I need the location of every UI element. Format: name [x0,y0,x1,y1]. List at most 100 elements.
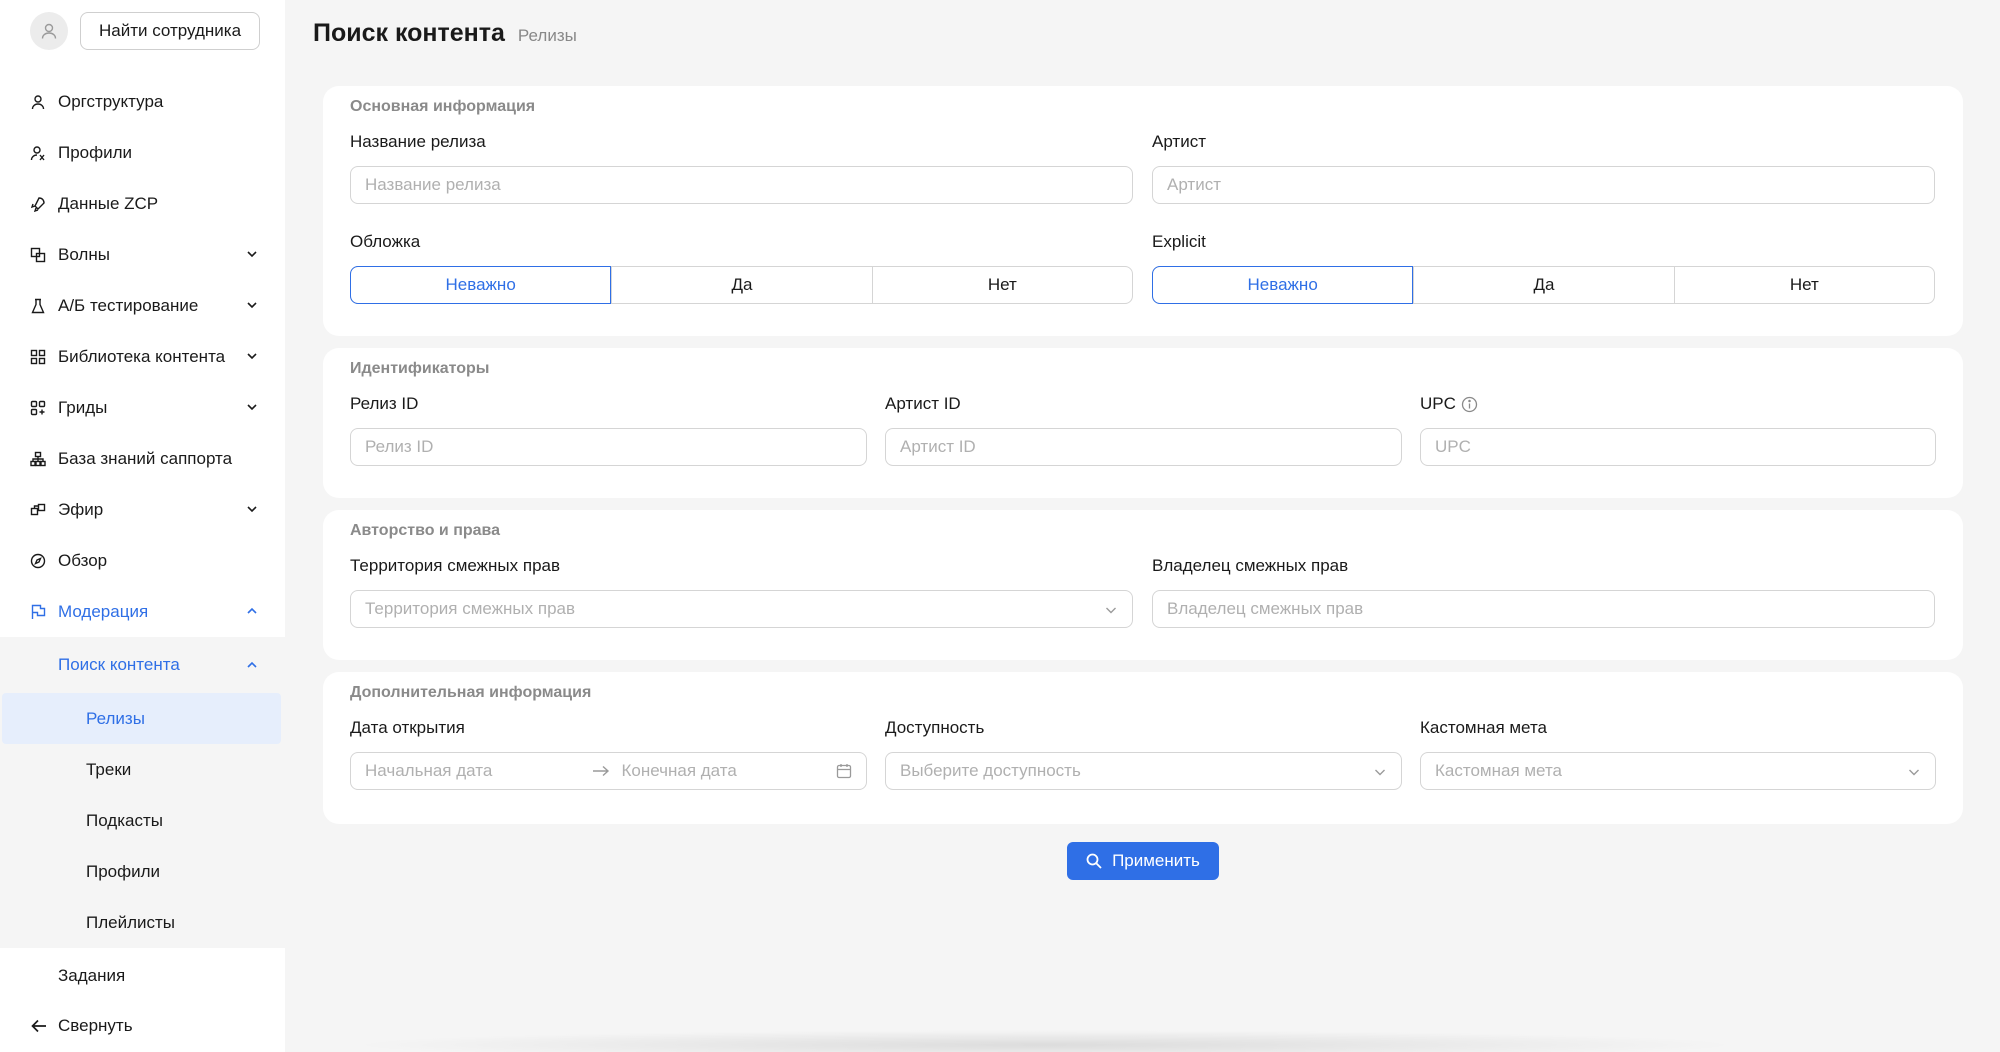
artist-field: Артист Артист [1152,131,1935,204]
open-date-field: Дата открытия Начальная дата Конечная да… [350,717,867,790]
sidebar-item-moderation[interactable]: Модерация [0,586,285,637]
arrow-left-icon [31,1019,46,1033]
find-employee-button[interactable]: Найти сотрудника [80,12,261,50]
layers-icon [30,247,46,263]
sidebar-item-label: Данные ZCP [58,193,159,213]
sidebar-item-tasks[interactable]: Задания [0,948,285,1004]
collapse-sidebar-button[interactable]: Свернуть [30,1016,133,1036]
sidebar-item-profiles[interactable]: Профили [0,127,285,178]
custom-meta-select[interactable]: Кастомная мета [1420,752,1936,790]
chevron-down-icon [1375,769,1385,776]
artist-input[interactable]: Артист [1152,166,1935,204]
sidebar-item-label: А/Б тестирование [58,295,199,315]
sidebar-item-mod-profiles[interactable]: Профили [0,846,285,897]
rocket-icon [30,196,46,212]
chevron-down-icon[interactable] [245,298,259,312]
grid-alt-icon [30,400,46,416]
sidebar-item-label: Поиск контента [58,655,180,674]
sidebar-item-overview[interactable]: Обзор [0,535,285,586]
date-range-picker[interactable]: Начальная дата Конечная дата [350,752,867,790]
explicit-label: Explicit [1152,232,1206,251]
sidebar-item-grids[interactable]: Гриды [0,382,285,433]
availability-select[interactable]: Выберите доступность [885,752,1402,790]
explicit-field: Explicit Неважно Да Нет [1152,231,1935,304]
sidebar-item-orgstructure[interactable]: Оргструктура [0,76,285,127]
profiles-icon [30,145,46,161]
open-date-label: Дата открытия [350,718,465,737]
sidebar: Найти сотрудника Оргструктура Профили Да… [0,0,285,1052]
release-name-field: Название релиза Название релиза [350,131,1133,204]
collapse-label: Свернуть [58,1016,133,1035]
apply-button[interactable]: Применить [1067,842,1219,880]
flag-icon [30,604,46,620]
chevron-down-icon[interactable] [245,247,259,261]
info-icon[interactable] [1461,396,1478,413]
sidebar-item-label: Профили [58,142,133,162]
moderation-submenu: Поиск контента Релизы Треки Подкасты Про… [0,637,285,948]
user-icon [30,94,46,110]
chevron-down-icon[interactable] [245,400,259,414]
artist-label: Артист [1152,132,1206,151]
upc-input[interactable]: UPC [1420,428,1936,466]
territory-field: Территория смежных прав Территория смежн… [350,555,1133,628]
territory-select[interactable]: Территория смежных прав [350,590,1133,628]
custom-meta-label: Кастомная мета [1420,718,1547,737]
start-date-input[interactable]: Начальная дата [365,761,580,781]
sidebar-item-label: Эфир [58,499,104,519]
release-id-field: Релиз ID Релиз ID [350,393,867,466]
chevron-down-icon[interactable] [245,349,259,363]
sidebar-item-podcasts[interactable]: Подкасты [0,795,285,846]
release-id-label: Релиз ID [350,394,419,413]
sidebar-item-broadcast[interactable]: Эфир [0,484,285,535]
sidebar-item-waves[interactable]: Волны [0,229,285,280]
org-icon [30,451,46,467]
cover-option-no[interactable]: Нет [871,267,1132,303]
compass-icon [30,553,46,569]
card-rights: Авторство и права Территория смежных пра… [323,510,1963,660]
page-header: Поиск контента Релизы [313,19,577,48]
calendar-icon [836,764,852,779]
section-title: Идентификаторы [350,360,490,377]
sidebar-item-label: Оргструктура [58,91,164,111]
arrow-right-icon [592,765,609,777]
sidebar-item-label: Обзор [58,550,108,570]
section-title: Основная информация [350,98,536,115]
sidebar-item-zcp[interactable]: Данные ZCP [0,178,285,229]
section-title: Авторство и права [350,522,501,539]
sidebar-nav: Оргструктура Профили Данные ZCP Волны А/… [0,76,285,1004]
artist-id-input[interactable]: Артист ID [885,428,1402,466]
chevron-up-icon[interactable] [245,658,259,672]
sidebar-item-support-kb[interactable]: База знаний саппорта [0,433,285,484]
sidebar-item-tracks[interactable]: Треки [0,744,285,795]
explicit-option-any[interactable]: Неважно [1152,266,1414,304]
search-icon [1086,853,1102,869]
cover-field: Обложка Неважно Да Нет [350,231,1133,304]
sidebar-item-releases[interactable]: Релизы [2,693,281,744]
chevron-down-icon [1106,607,1116,614]
explicit-option-no[interactable]: Нет [1673,267,1934,303]
sidebar-item-label: Гриды [58,397,108,417]
sidebar-item-label: Модерация [58,601,149,621]
sidebar-item-search-content[interactable]: Поиск контента [0,637,285,693]
end-date-input[interactable]: Конечная дата [622,761,837,781]
grid-icon [30,349,46,365]
release-id-input[interactable]: Релиз ID [350,428,867,466]
avatar[interactable] [30,12,68,50]
availability-field: Доступность Выберите доступность [885,717,1402,790]
user-avatar-icon [41,23,57,39]
page-title: Поиск контента [313,19,505,47]
cover-option-any[interactable]: Неважно [350,266,612,304]
chevron-down-icon[interactable] [245,502,259,516]
explicit-option-yes[interactable]: Да [1413,267,1673,303]
sidebar-item-ab-testing[interactable]: А/Б тестирование [0,280,285,331]
chevron-up-icon[interactable] [245,604,259,618]
apply-label: Применить [1112,851,1200,870]
sidebar-item-content-library[interactable]: Библиотека контента [0,331,285,382]
owner-label: Владелец смежных прав [1152,556,1349,575]
owner-input[interactable]: Владелец смежных прав [1152,590,1935,628]
sidebar-item-playlists[interactable]: Плейлисты [0,897,285,948]
upc-field: UPC UPC [1420,393,1936,466]
cover-option-yes[interactable]: Да [611,267,871,303]
section-title: Дополнительная информация [350,684,592,701]
release-name-input[interactable]: Название релиза [350,166,1133,204]
